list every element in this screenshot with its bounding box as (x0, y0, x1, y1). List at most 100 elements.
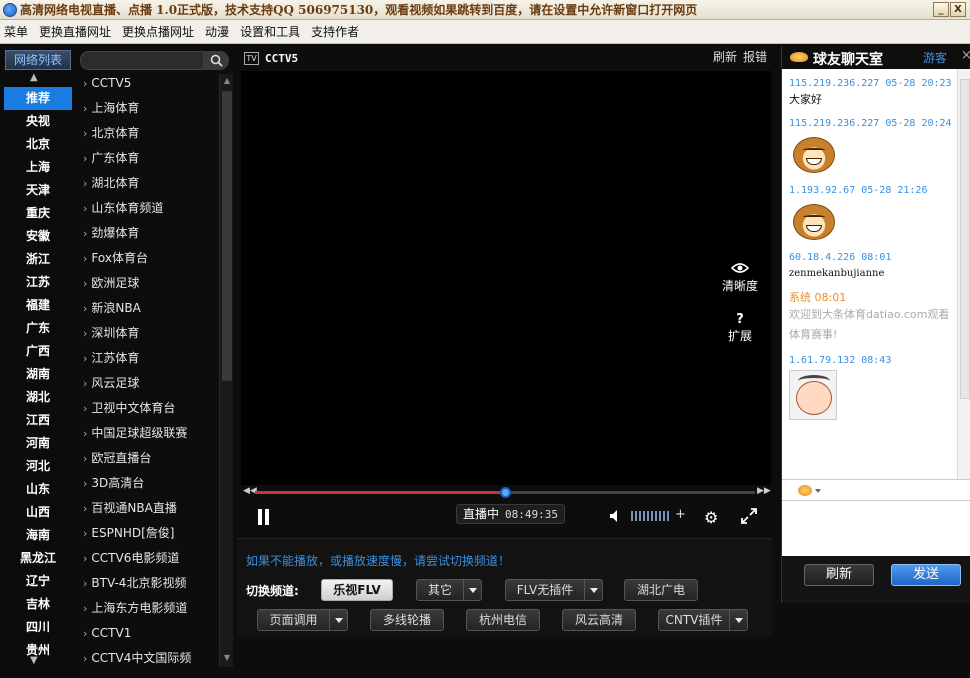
channel-item[interactable]: › CCTV5 (80, 71, 218, 96)
forward-icon[interactable]: ▶▶ (757, 486, 771, 496)
dropdown-arrow-icon[interactable] (329, 610, 347, 630)
switch-button-hubei-gd[interactable]: 湖北广电 (624, 579, 698, 601)
channel-item[interactable]: › Fox体育台 (80, 246, 218, 271)
channel-item[interactable]: › 欧洲足球 (80, 271, 218, 296)
province-item[interactable]: 广西 (4, 340, 72, 363)
channel-item[interactable]: › 百视通NBA直播 (80, 496, 218, 521)
channel-item[interactable]: › 深圳体育 (80, 321, 218, 346)
province-item[interactable]: 辽宁 (4, 570, 72, 593)
refresh-link[interactable]: 刷新 (713, 48, 737, 65)
channel-item[interactable]: › 劲爆体育 (80, 221, 218, 246)
channel-item[interactable]: › 山东体育频道 (80, 196, 218, 221)
send-button[interactable]: 发送 (891, 564, 961, 586)
province-item[interactable]: 北京 (4, 133, 72, 156)
channel-item[interactable]: › 北京体育 (80, 121, 218, 146)
province-item[interactable]: 海南 (4, 524, 72, 547)
network-list-tab[interactable]: 网络列表 (5, 50, 71, 70)
menu-item-change-vod-url[interactable]: 更换点播网址 (122, 23, 194, 40)
report-error-link[interactable]: 报错 (743, 48, 767, 65)
chat-refresh-button[interactable]: 刷新 (804, 564, 874, 586)
channel-item[interactable]: › 新浪NBA (80, 296, 218, 321)
province-item[interactable]: 江西 (4, 409, 72, 432)
province-item[interactable]: 吉林 (4, 593, 72, 616)
province-item[interactable]: 安徽 (4, 225, 72, 248)
switch-button-fengyun-hd[interactable]: 风云高清 (562, 609, 636, 631)
progress-track[interactable] (255, 487, 755, 498)
guest-link[interactable]: 游客 (923, 49, 947, 66)
province-item[interactable]: 山东 (4, 478, 72, 501)
channel-item[interactable]: › 3D高清台 (80, 471, 218, 496)
fullscreen-icon[interactable] (741, 508, 757, 524)
province-item[interactable]: 河北 (4, 455, 72, 478)
channel-item[interactable]: › 风云足球 (80, 371, 218, 396)
dropdown-arrow-icon[interactable] (463, 580, 481, 600)
channel-item[interactable]: › 上海体育 (80, 96, 218, 121)
emoji-icon[interactable] (798, 485, 812, 496)
switch-button-page-call[interactable]: 页面调用 (257, 609, 348, 631)
volume-plus-button[interactable]: + (675, 507, 686, 522)
menu-item-settings-tools[interactable]: 设置和工具 (240, 23, 300, 40)
channel-item[interactable]: › 江苏体育 (80, 346, 218, 371)
province-item[interactable]: 上海 (4, 156, 72, 179)
chat-scrollbar[interactable] (957, 69, 970, 479)
scroll-down-icon[interactable]: ▼ (222, 653, 232, 665)
channel-item[interactable]: › 卫视中文体育台 (80, 396, 218, 421)
scroll-down-icon[interactable]: ▼ (30, 655, 38, 666)
channel-item[interactable]: › CCTV1 (80, 621, 218, 646)
channel-item[interactable]: › CCTV4中文国际频 (80, 646, 218, 671)
channel-item[interactable]: › 上海东方电影频道 (80, 596, 218, 621)
dropdown-arrow-icon[interactable] (729, 610, 747, 630)
province-item[interactable]: 推荐 (4, 87, 72, 110)
channel-item[interactable]: › BTV-4北京影视频 (80, 571, 218, 596)
province-item[interactable]: 四川 (4, 616, 72, 639)
province-item[interactable]: 浙江 (4, 248, 72, 271)
chevron-down-icon[interactable] (815, 489, 821, 493)
channel-item[interactable]: › 中国足球超级联赛 (80, 421, 218, 446)
menu-item-anime[interactable]: 动漫 (205, 23, 229, 40)
volume-icon[interactable] (609, 509, 623, 523)
channel-item[interactable]: › CCTV6电影频道 (80, 546, 218, 571)
channel-item[interactable]: › 湖北体育 (80, 171, 218, 196)
channel-item[interactable]: › 欧冠直播台 (80, 446, 218, 471)
scrollbar-thumb[interactable] (960, 79, 970, 399)
switch-button-other[interactable]: 其它 (416, 579, 482, 601)
province-item[interactable]: 重庆 (4, 202, 72, 225)
scrollbar-thumb[interactable] (222, 91, 232, 381)
province-item[interactable]: 湖北 (4, 386, 72, 409)
province-item[interactable]: 福建 (4, 294, 72, 317)
channel-scrollbar[interactable]: ▲ ▼ (219, 74, 233, 667)
minimize-button[interactable]: _ (933, 2, 949, 17)
province-item[interactable]: 黑龙江 (4, 547, 72, 570)
chat-close-button[interactable]: × (961, 48, 970, 63)
menu-item-support-author[interactable]: 支持作者 (311, 23, 359, 40)
expand-button[interactable]: ? 扩展 (718, 312, 762, 344)
switch-button-letv-flv[interactable]: 乐视FLV (321, 579, 393, 601)
menu-item-change-live-url[interactable]: 更换直播网址 (39, 23, 111, 40)
province-item[interactable]: 广东 (4, 317, 72, 340)
province-item[interactable]: 河南 (4, 432, 72, 455)
province-item[interactable]: 山西 (4, 501, 72, 524)
switch-button-hangzhou-telecom[interactable]: 杭州电信 (466, 609, 540, 631)
clarity-button[interactable]: 清晰度 (718, 262, 762, 294)
volume-slider[interactable] (631, 511, 669, 521)
channel-item[interactable]: › ESPNHD[詹俊] (80, 521, 218, 546)
dropdown-arrow-icon[interactable] (584, 580, 602, 600)
close-button[interactable]: X (950, 2, 966, 17)
province-item[interactable]: 湖南 (4, 363, 72, 386)
province-item[interactable]: 央视 (4, 110, 72, 133)
menu-item-menu[interactable]: 菜单 (4, 23, 28, 40)
search-button[interactable] (203, 51, 229, 70)
switch-button-cntv-plugin[interactable]: CNTV插件 (658, 609, 748, 631)
switch-button-flv-no-plugin[interactable]: FLV无插件 (505, 579, 603, 601)
province-item[interactable]: 贵州 (4, 639, 72, 662)
pause-button[interactable] (257, 509, 271, 525)
gear-icon[interactable]: ⚙ (704, 508, 718, 527)
switch-button-multiline[interactable]: 多线轮播 (370, 609, 444, 631)
progress-handle[interactable] (500, 487, 511, 498)
progress-bar[interactable]: ◀◀ ▶▶ (241, 485, 771, 499)
scroll-up-icon[interactable]: ▲ (222, 76, 232, 88)
channel-item[interactable]: › 广东体育 (80, 146, 218, 171)
video-area[interactable] (241, 71, 771, 485)
province-item[interactable]: 天津 (4, 179, 72, 202)
province-item[interactable]: 江苏 (4, 271, 72, 294)
